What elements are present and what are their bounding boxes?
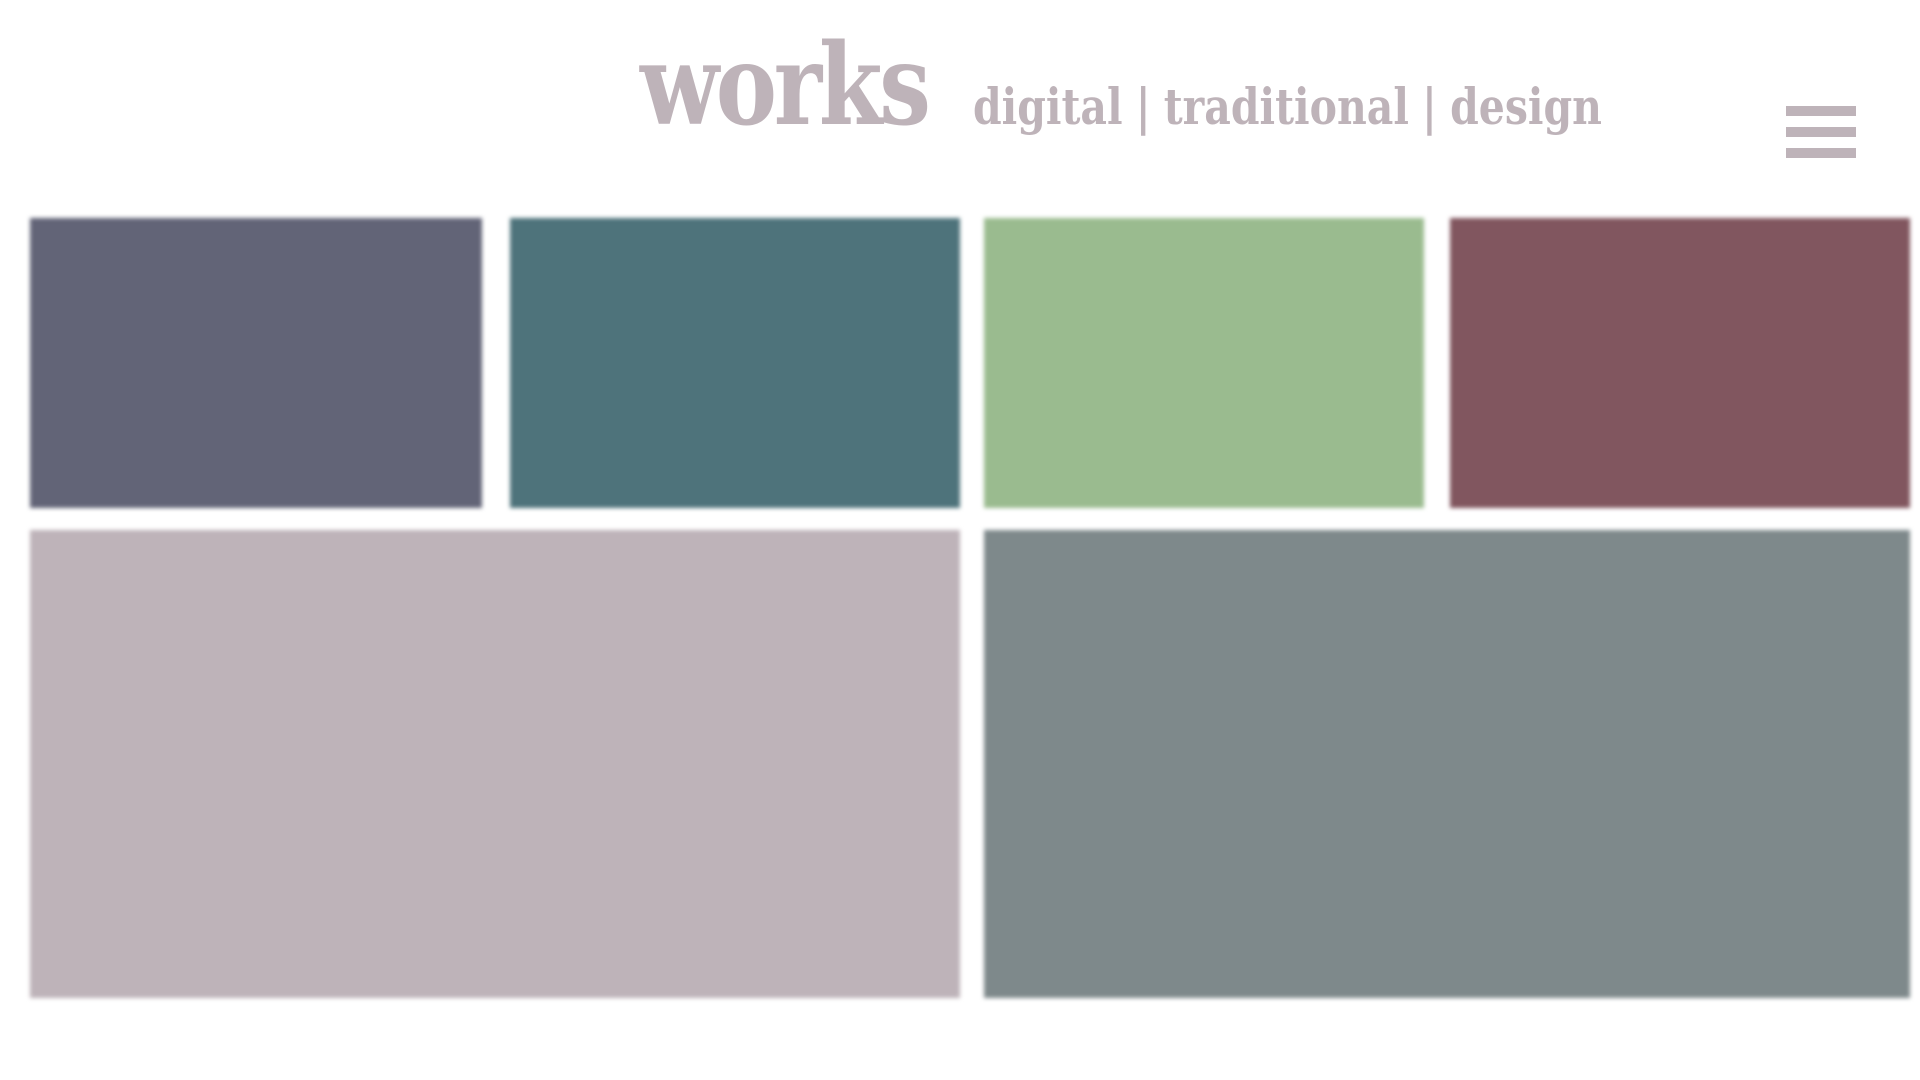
gallery-tile[interactable]	[30, 530, 960, 998]
gallery-tile[interactable]	[1450, 218, 1910, 508]
works-gallery	[0, 0, 1920, 1080]
gallery-tile[interactable]	[30, 218, 482, 508]
gallery-tile[interactable]	[510, 218, 960, 508]
gallery-tile[interactable]	[984, 530, 1910, 998]
gallery-tile[interactable]	[984, 218, 1424, 508]
page: works digital | traditional | design	[0, 0, 1920, 1080]
